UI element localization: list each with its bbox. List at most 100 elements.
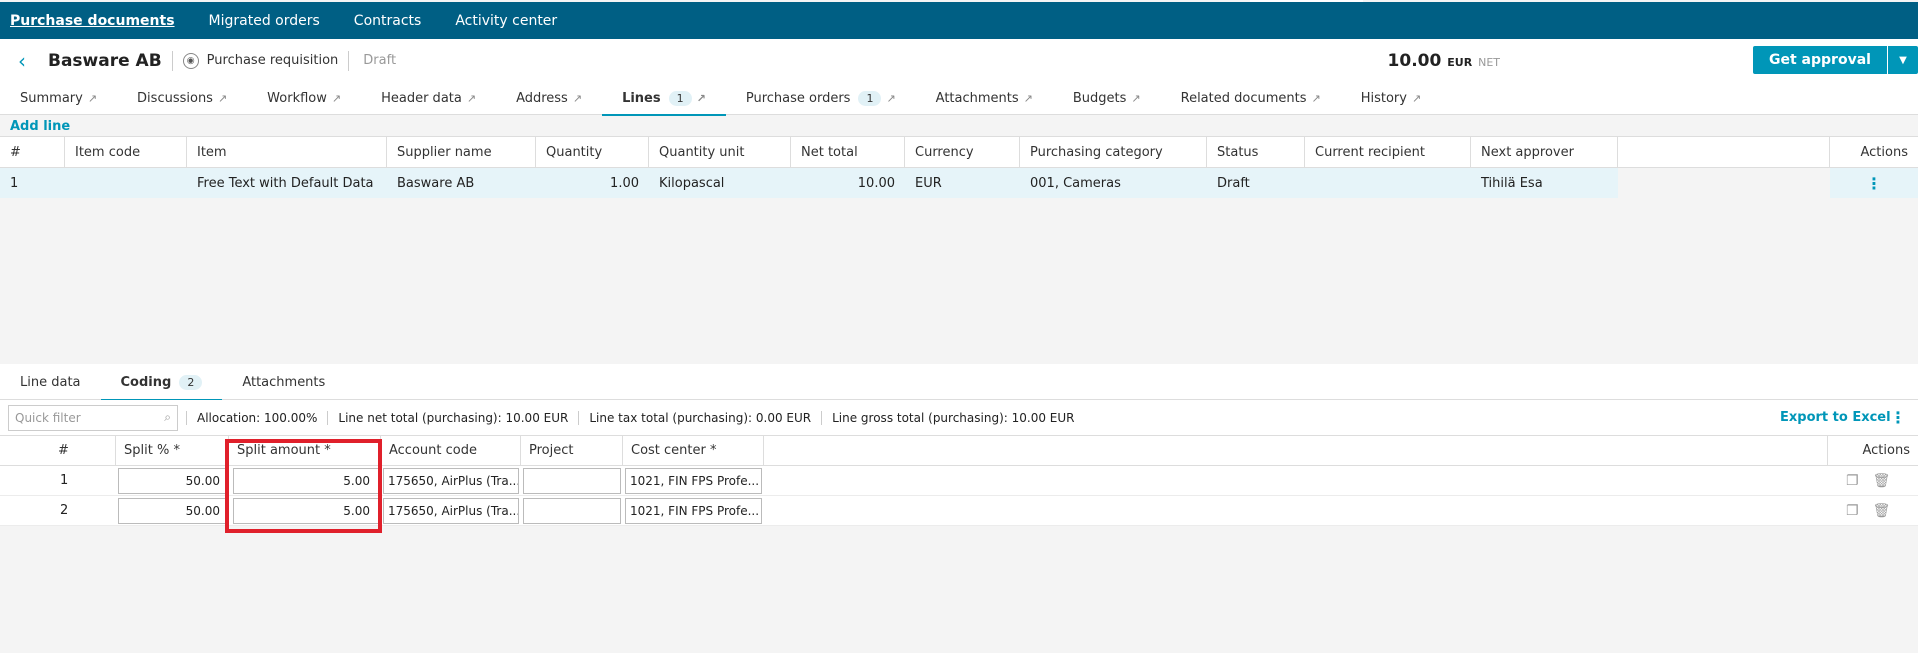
cell-item: Free Text with Default Data [197, 175, 374, 191]
nav-contracts[interactable]: Contracts [354, 13, 422, 29]
export-to-excel-button[interactable]: Export to Excel [1780, 410, 1891, 425]
nav-purchase-documents[interactable]: Purchase documents [10, 13, 175, 29]
column-header[interactable]: Next approver [1471, 137, 1618, 167]
cell-purchasing-category: 001, Cameras [1030, 175, 1121, 191]
column-header[interactable]: Cost center * [623, 436, 764, 465]
tab-label: Address [516, 91, 568, 106]
get-approval-button[interactable]: Get approval [1753, 46, 1887, 74]
line-gross-total: Line gross total (purchasing): 10.00 EUR [821, 410, 1084, 425]
cell-supplier: Basware AB [397, 175, 475, 191]
column-header [1618, 137, 1830, 167]
nav-migrated-orders[interactable]: Migrated orders [209, 13, 320, 29]
cell-row-number: 2 [60, 503, 69, 518]
split-percent-input[interactable]: 50.00 [118, 467, 229, 494]
tab-related-documents[interactable]: Related documents ↗ [1161, 82, 1341, 115]
cost-center-input[interactable]: 1021, FIN FPS Profe... [625, 467, 762, 494]
column-header[interactable]: Currency [905, 137, 1020, 167]
column-header[interactable]: Quantity [536, 137, 649, 167]
tab-label: Purchase orders [745, 91, 851, 106]
column-header[interactable]: Item [187, 137, 387, 167]
account-code-input[interactable]: 175650, AirPlus (Tra... [383, 497, 519, 524]
cell-item-code [65, 168, 187, 198]
line-net-total: Line net total (purchasing): 10.00 EUR [327, 410, 578, 425]
tab-budgets[interactable]: Budgets ↗ [1053, 82, 1161, 115]
tab-coding[interactable]: Coding 2 [100, 364, 223, 401]
trash-icon[interactable]: 🗑 [1873, 503, 1891, 519]
external-link-icon: ↗ [886, 92, 896, 105]
tab-discussions[interactable]: Discussions ↗ [117, 82, 247, 115]
total-net-label: NET [1478, 55, 1500, 69]
top-navigation: Purchase documents Migrated orders Contr… [0, 0, 1918, 39]
tab-label: Summary [20, 91, 83, 106]
row-spacer [764, 466, 1824, 495]
column-header[interactable]: Current recipient [1305, 137, 1471, 167]
column-header[interactable]: Purchasing category [1020, 137, 1207, 167]
cell-empty [1618, 168, 1830, 198]
split-percent-input[interactable]: 50.00 [118, 497, 229, 524]
column-header[interactable]: Account code [381, 436, 521, 465]
tab-address[interactable]: Address ↗ [496, 82, 602, 115]
project-input[interactable] [523, 467, 621, 494]
column-header[interactable]: Split % * [116, 436, 229, 465]
more-vertical-icon[interactable]: ⋮ [1890, 408, 1906, 427]
search-icon: ⌕ [164, 410, 171, 424]
tab-label: Attachments [935, 91, 1019, 106]
document-type: Purchase requisition [206, 53, 339, 68]
trash-icon[interactable]: 🗑 [1873, 473, 1891, 489]
copy-icon[interactable]: ❐ [1846, 473, 1859, 489]
column-header[interactable]: Item code [65, 137, 187, 167]
get-approval-group: Get approval ▼ [1753, 46, 1918, 74]
account-code-input[interactable]: 175650, AirPlus (Tra... [383, 467, 519, 494]
column-header[interactable]: Quantity unit [649, 137, 791, 167]
column-header: Actions [1862, 443, 1911, 458]
count-badge: 1 [858, 91, 882, 106]
tab-line-data[interactable]: Line data [0, 364, 101, 400]
cost-center-input[interactable]: 1021, FIN FPS Profe... [625, 497, 762, 524]
column-header[interactable]: Supplier name [387, 137, 536, 167]
column-header[interactable]: # [0, 137, 65, 167]
tab-purchase-orders[interactable]: Purchase orders 1 ↗ [726, 82, 916, 115]
more-vertical-icon[interactable]: ⋮ [1866, 174, 1882, 193]
add-line-button[interactable]: Add line [10, 119, 70, 134]
line-tax-total: Line tax total (purchasing): 0.00 EUR [578, 410, 821, 425]
tab-label: Workflow [267, 91, 327, 106]
tab-label: History [1360, 91, 1407, 106]
cell-currency: EUR [915, 175, 942, 191]
column-header[interactable]: Project [521, 436, 623, 465]
tab-label: Header data [381, 91, 462, 106]
tab-line-attachments[interactable]: Attachments [222, 364, 345, 400]
tab-workflow[interactable]: Workflow ↗ [247, 82, 361, 115]
cart-icon: ◉ [182, 52, 199, 69]
tab-attachments[interactable]: Attachments ↗ [916, 82, 1053, 115]
split-amount-highlight [225, 439, 382, 533]
nav-activity-center[interactable]: Activity center [455, 13, 557, 29]
tab-summary[interactable]: Summary ↗ [0, 82, 117, 115]
external-link-icon: ↗ [1023, 92, 1033, 105]
copy-icon[interactable]: ❐ [1846, 503, 1859, 519]
external-link-icon: ↗ [466, 92, 477, 105]
external-link-icon: ↗ [87, 92, 98, 105]
column-header[interactable]: Status [1207, 137, 1305, 167]
project-input[interactable] [523, 497, 621, 524]
quick-filter-input[interactable]: Quick filter ⌕ [8, 404, 178, 431]
table-row[interactable]: 1 Free Text with Default Data Basware AB… [0, 168, 1918, 198]
coding-summary: Allocation: 100.00% Line net total (purc… [186, 410, 1084, 425]
chevron-down-icon[interactable]: ▼ [1887, 46, 1918, 74]
tab-label: Budgets [1072, 91, 1127, 106]
line-detail-tabs: Line data Coding 2 Attachments [0, 364, 1918, 401]
back-arrow-icon[interactable]: ‹ [18, 49, 38, 73]
cell-status: Draft [1217, 175, 1250, 191]
tab-header-data[interactable]: Header data ↗ [361, 82, 496, 115]
tab-label: Coding [120, 374, 172, 390]
table-header: # Item code Item Supplier name Quantity … [0, 136, 1918, 168]
column-header[interactable]: # [50, 436, 116, 465]
row-actions: ⋮ [1830, 168, 1918, 198]
cell-line-number: 1 [10, 175, 19, 191]
cell-quantity-unit: Kilopascal [659, 175, 725, 191]
column-header[interactable]: Net total [791, 137, 905, 167]
row-spacer [0, 436, 50, 465]
tab-history[interactable]: History ↗ [1341, 82, 1441, 115]
external-link-icon: ↗ [331, 92, 342, 105]
tab-label: Attachments [242, 374, 326, 390]
tab-lines[interactable]: Lines 1 ↗ [602, 82, 726, 116]
